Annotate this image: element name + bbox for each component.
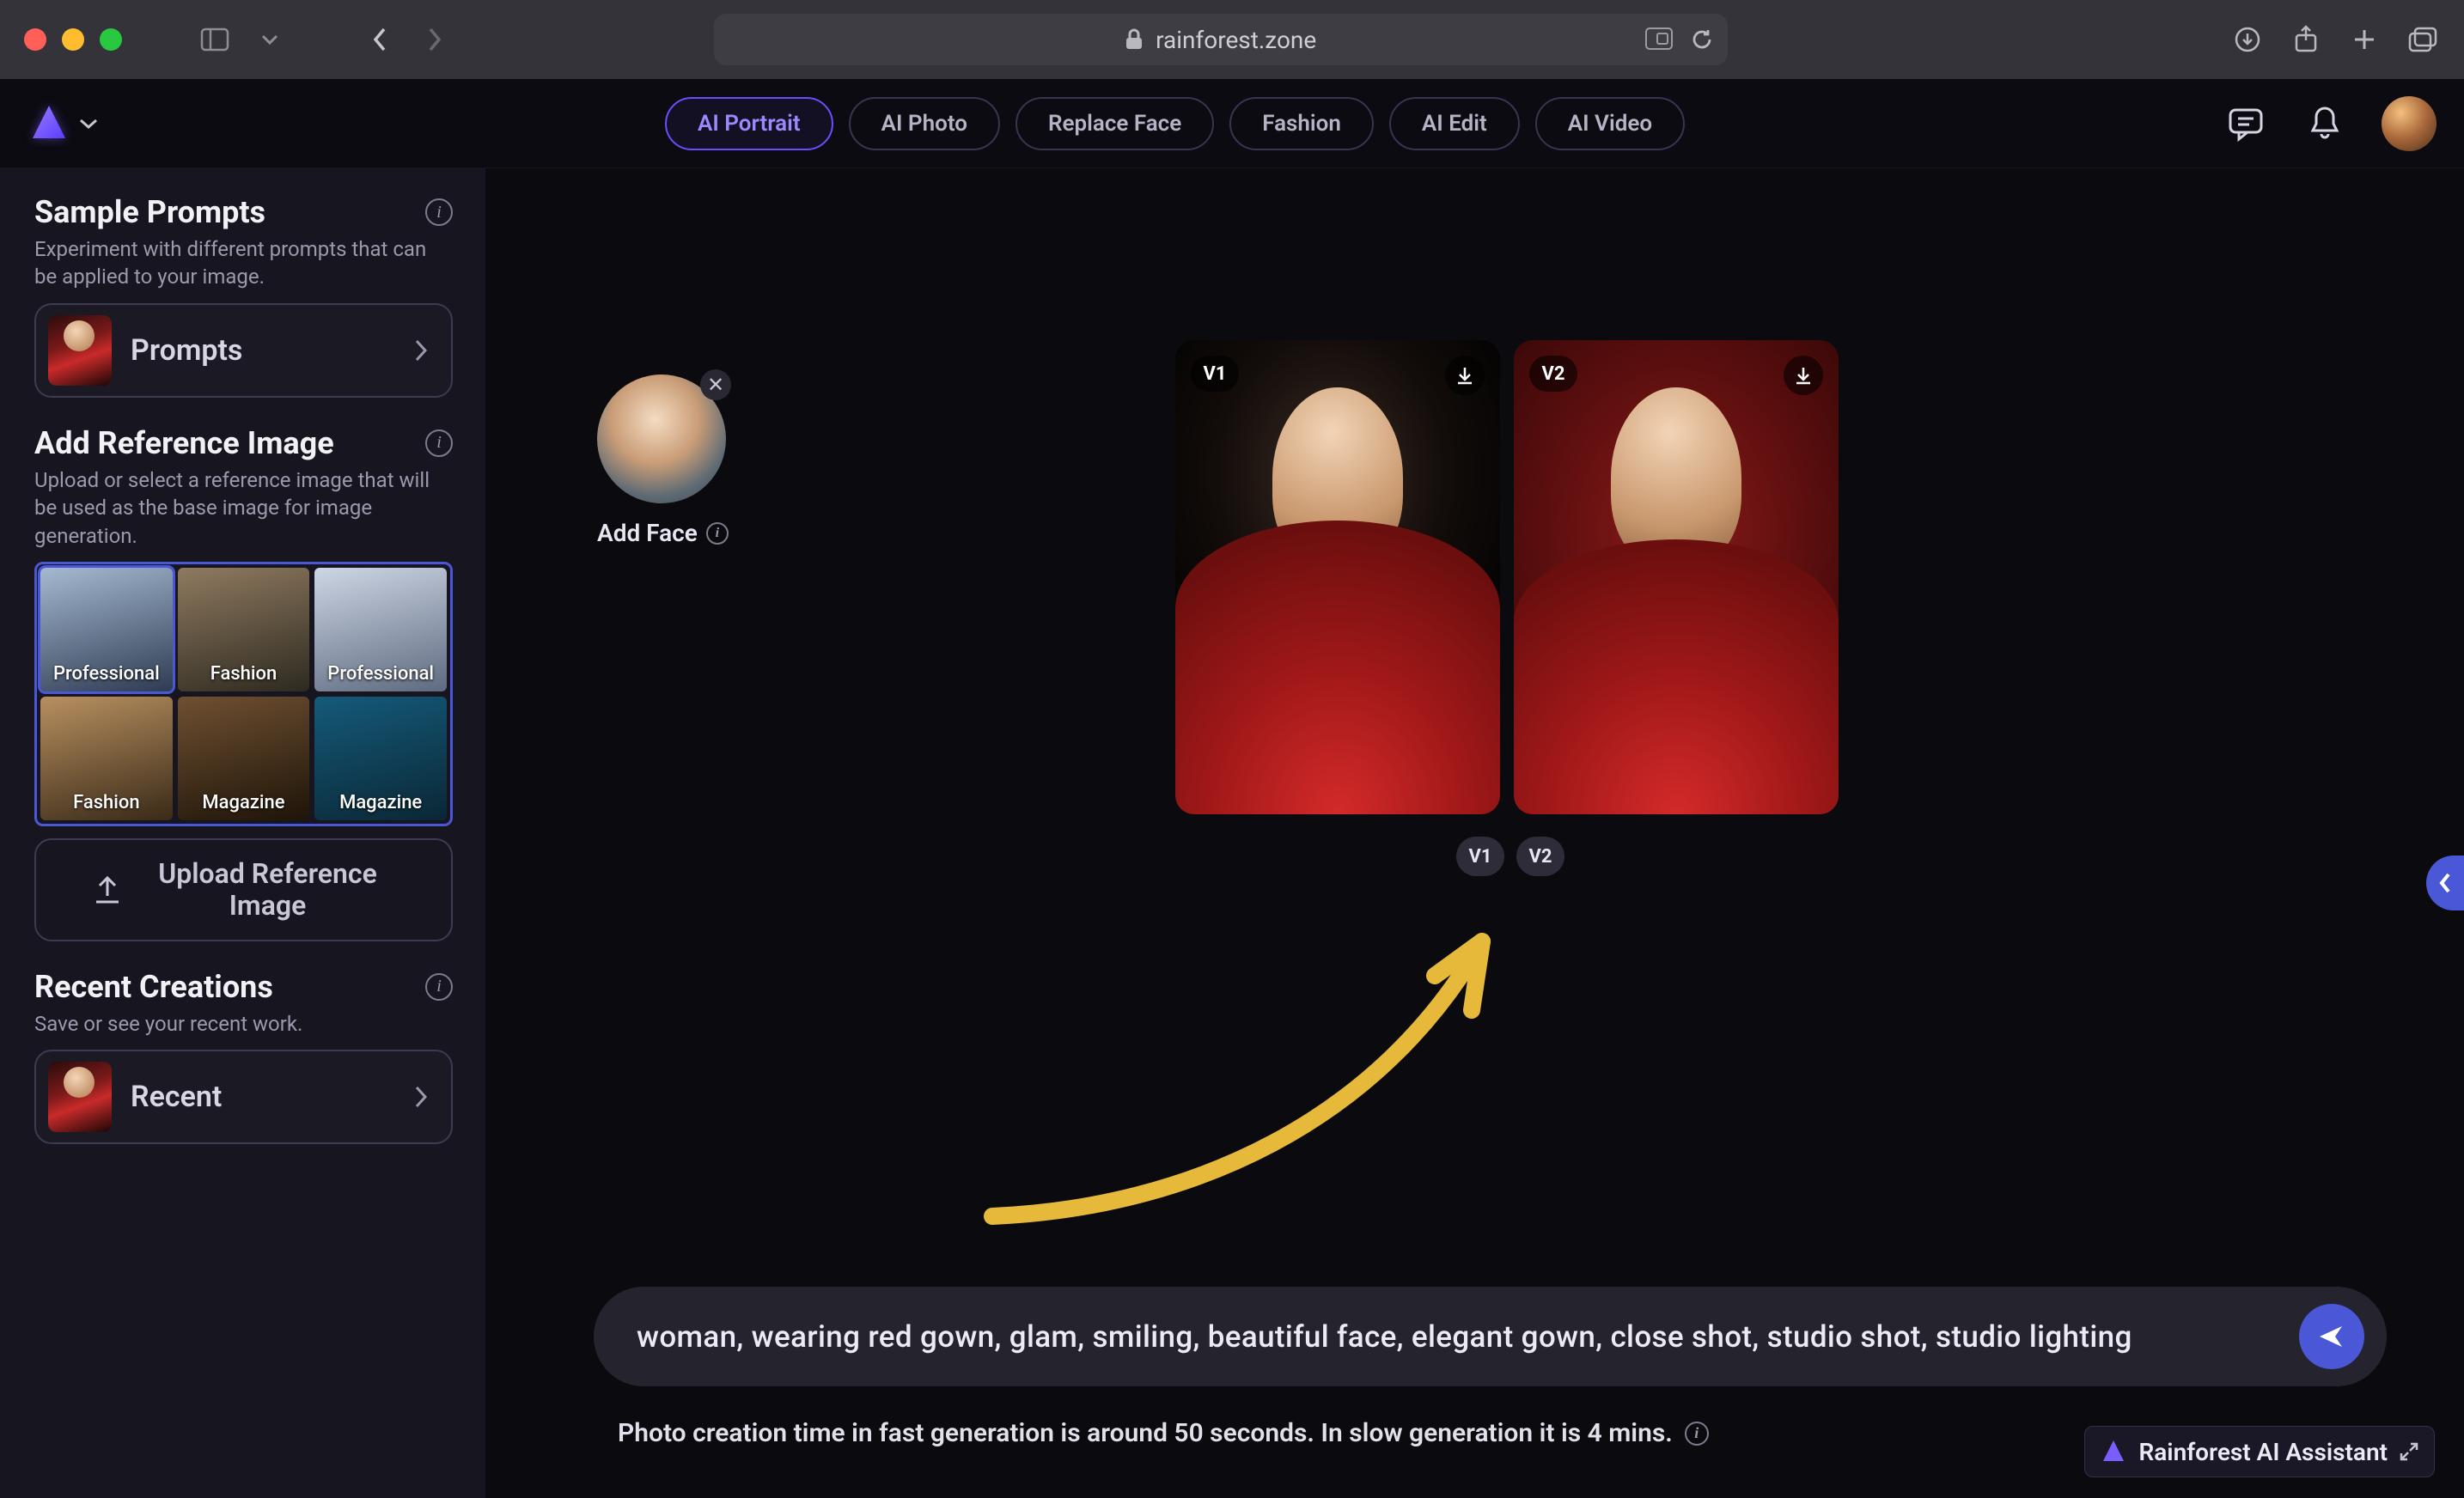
mode-tab-ai-edit[interactable]: AI Edit [1389, 97, 1520, 150]
section-recent-creations: Recent Creations i Save or see your rece… [34, 969, 453, 1144]
chevron-right-icon [413, 1085, 429, 1109]
recent-card[interactable]: Recent [34, 1050, 453, 1144]
section-subtitle: Experiment with different prompts that c… [34, 235, 453, 291]
reference-cell[interactable]: Professional [314, 568, 447, 691]
mode-tabs: AI Portrait AI Photo Replace Face Fashio… [665, 97, 1685, 150]
recent-card-label: Recent [131, 1080, 222, 1114]
section-title: Recent Creations [34, 969, 273, 1005]
info-icon[interactable]: i [1685, 1422, 1709, 1446]
annotation-arrow [967, 881, 1585, 1242]
info-icon[interactable]: i [425, 429, 453, 457]
chevron-right-icon [413, 338, 429, 362]
new-tab-icon[interactable] [2347, 22, 2382, 57]
version-pill-v2[interactable]: V2 [1516, 837, 1564, 876]
mode-tab-ai-video[interactable]: AI Video [1535, 97, 1685, 150]
minimize-window-button[interactable] [62, 28, 84, 51]
reference-grid: Professional Fashion Professional Fashio… [34, 562, 453, 826]
section-subtitle: Upload or select a reference image that … [34, 466, 453, 550]
output-image-v2[interactable]: V2 [1514, 340, 1839, 814]
assistant-label: Rainforest AI Assistant [2138, 1438, 2388, 1466]
lock-icon [1125, 28, 1144, 51]
version-badge: V2 [1529, 356, 1577, 392]
reference-cell[interactable]: Magazine [178, 697, 310, 820]
reader-icon[interactable] [1645, 27, 1673, 50]
info-icon[interactable]: i [425, 198, 453, 226]
info-icon[interactable]: i [706, 522, 729, 545]
zoom-window-button[interactable] [100, 28, 122, 51]
face-slot: ✕ Add Face i [597, 374, 729, 547]
version-pill-v1[interactable]: V1 [1456, 837, 1504, 876]
download-button[interactable] [1784, 356, 1823, 395]
address-bar[interactable]: rainforest.zone [714, 14, 1728, 65]
user-avatar[interactable] [2382, 96, 2437, 151]
notifications-icon[interactable] [2302, 101, 2347, 146]
section-title: Sample Prompts [34, 194, 265, 230]
nav-forward-button[interactable] [418, 22, 452, 57]
sidebar: Sample Prompts i Experiment with differe… [0, 168, 485, 1498]
mode-tab-replace-face[interactable]: Replace Face [1015, 97, 1214, 150]
app-logo[interactable] [27, 102, 70, 145]
mode-tab-fashion[interactable]: Fashion [1229, 97, 1374, 150]
remove-face-button[interactable]: ✕ [700, 369, 731, 400]
reload-icon[interactable] [1690, 27, 1714, 52]
chat-icon[interactable] [2223, 101, 2268, 146]
info-icon[interactable]: i [425, 973, 453, 1001]
assistant-widget[interactable]: Rainforest AI Assistant [2084, 1426, 2435, 1477]
expand-icon [2400, 1442, 2418, 1461]
upload-reference-button[interactable]: Upload Reference Image [34, 838, 453, 941]
chevron-down-icon[interactable] [253, 22, 287, 57]
section-sample-prompts: Sample Prompts i Experiment with differe… [34, 194, 453, 398]
generation-hint: Photo creation time in fast generation i… [618, 1418, 1709, 1448]
version-selector: V1 V2 [1456, 837, 1564, 876]
section-subtitle: Save or see your recent work. [34, 1010, 453, 1038]
face-reference-thumbnail[interactable]: ✕ [597, 374, 726, 503]
generate-button[interactable] [2299, 1304, 2364, 1369]
mode-tab-ai-photo[interactable]: AI Photo [849, 97, 1000, 150]
main-canvas: ✕ Add Face i V1 V2 V1 V2 [485, 168, 2464, 1498]
right-panel-toggle[interactable] [2426, 856, 2464, 910]
prompts-card[interactable]: Prompts [34, 303, 453, 398]
browser-chrome: rainforest.zone [0, 0, 2464, 79]
logo-dropdown-icon[interactable] [79, 118, 98, 130]
reference-cell[interactable]: Professional [40, 568, 173, 691]
reference-cell[interactable]: Fashion [40, 697, 173, 820]
app-header: AI Portrait AI Photo Replace Face Fashio… [0, 79, 2464, 168]
download-button[interactable] [1445, 356, 1485, 395]
assistant-logo-icon [2101, 1439, 2126, 1465]
reference-cell[interactable]: Fashion [178, 568, 310, 691]
output-image-v1[interactable]: V1 [1175, 340, 1500, 814]
upload-icon [91, 874, 124, 906]
address-bar-host: rainforest.zone [1156, 26, 1316, 54]
downloads-icon[interactable] [2230, 22, 2265, 57]
prompt-input[interactable]: woman, wearing red gown, glam, smiling, … [594, 1287, 2387, 1386]
upload-label: Upload Reference Image [139, 858, 397, 922]
section-reference-image: Add Reference Image i Upload or select a… [34, 425, 453, 941]
add-face-label: Add Face [597, 519, 698, 547]
tabs-icon[interactable] [2406, 22, 2440, 57]
section-title: Add Reference Image [34, 425, 334, 461]
reference-cell[interactable]: Magazine [314, 697, 447, 820]
close-window-button[interactable] [24, 28, 46, 51]
version-badge: V1 [1191, 356, 1239, 392]
prompts-card-label: Prompts [131, 333, 242, 368]
prompts-thumb [48, 315, 112, 386]
mode-tab-ai-portrait[interactable]: AI Portrait [665, 97, 833, 150]
prompt-text: woman, wearing red gown, glam, smiling, … [637, 1319, 2132, 1355]
nav-back-button[interactable] [363, 22, 397, 57]
recent-thumb [48, 1062, 112, 1132]
output-gallery: V1 V2 [1175, 340, 1839, 814]
sidebar-toggle-icon[interactable] [198, 22, 232, 57]
share-icon[interactable] [2289, 22, 2323, 57]
window-controls [24, 28, 122, 51]
